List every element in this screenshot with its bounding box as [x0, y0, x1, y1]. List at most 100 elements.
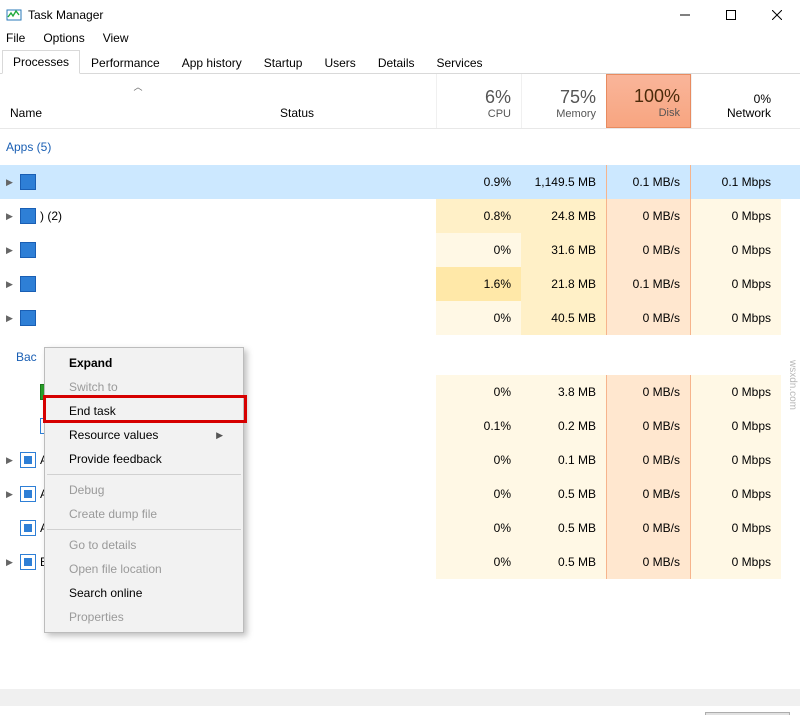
cell-memory: 0.1 MB [521, 443, 606, 477]
chevron-right-icon[interactable]: ▶ [6, 279, 16, 290]
service-icon [20, 486, 36, 502]
cell-memory: 0.5 MB [521, 511, 606, 545]
chevron-right-icon[interactable]: ▶ [6, 557, 16, 568]
cell-disk: 0 MB/s [606, 301, 691, 335]
cell-network: 0 Mbps [691, 409, 781, 443]
col-disk[interactable]: 100% Disk [606, 74, 691, 128]
col-mem-pct: 75% [560, 87, 596, 108]
col-cpu-label: CPU [488, 108, 511, 120]
cell-cpu: 0% [436, 477, 521, 511]
cell-memory: 0.5 MB [521, 545, 606, 579]
service-icon [20, 520, 36, 536]
window-title: Task Manager [28, 8, 662, 22]
maximize-button[interactable] [708, 0, 754, 30]
cell-disk: 0 MB/s [606, 199, 691, 233]
app-icon [20, 208, 36, 224]
col-mem-label: Memory [556, 108, 596, 120]
tab-startup[interactable]: Startup [253, 51, 314, 74]
cell-disk: 0.1 MB/s [606, 267, 691, 301]
minimize-button[interactable] [662, 0, 708, 30]
chevron-right-icon[interactable]: ▶ [6, 211, 16, 222]
menu-file[interactable]: File [4, 31, 27, 45]
tab-processes[interactable]: Processes [2, 50, 80, 74]
horizontal-scrollbar[interactable] [0, 689, 800, 706]
cell-network: 0 Mbps [691, 443, 781, 477]
cell-network: 0 Mbps [691, 267, 781, 301]
app-icon [20, 310, 36, 326]
process-row[interactable]: ▶0%31.6 MB0 MB/s0 Mbps [0, 233, 800, 267]
menu-item[interactable]: Resource values▶ [45, 423, 243, 447]
close-button[interactable] [754, 0, 800, 30]
col-network[interactable]: 0% Network [691, 74, 781, 128]
menu-item[interactable]: Search online [45, 581, 243, 605]
col-cpu-pct: 6% [485, 87, 511, 108]
group-bg-label: Bac [16, 350, 37, 364]
col-cpu[interactable]: 6% CPU [436, 74, 521, 128]
col-status[interactable]: Status [276, 74, 436, 128]
menu-item: Open file location [45, 557, 243, 581]
cell-network: 0 Mbps [691, 375, 781, 409]
menu-view[interactable]: View [101, 31, 131, 45]
col-name[interactable]: ︿ Name [0, 74, 276, 128]
column-headers: ︿ Name Status 6% CPU 75% Memory 100% Dis… [0, 74, 800, 129]
process-list[interactable]: Apps (5) ▶0.9%1,149.5 MB0.1 MB/s0.1 Mbps… [0, 129, 800, 689]
process-row[interactable]: ▶) (2)0.8%24.8 MB0 MB/s0 Mbps [0, 199, 800, 233]
cell-network: 0 Mbps [691, 301, 781, 335]
menu-item[interactable]: End task [45, 399, 243, 423]
taskmgr-icon [6, 7, 22, 23]
menu-item[interactable]: Expand [45, 351, 243, 375]
tab-users[interactable]: Users [313, 51, 366, 74]
service-icon [20, 452, 36, 468]
menu-separator [47, 529, 241, 530]
tab-services[interactable]: Services [426, 51, 494, 74]
group-apps-label: Apps (5) [6, 140, 51, 154]
process-name: ) (2) [40, 209, 62, 223]
col-status-label: Status [280, 106, 314, 120]
col-memory[interactable]: 75% Memory [521, 74, 606, 128]
tab-details[interactable]: Details [367, 51, 426, 74]
watermark: wsxdn.com [787, 360, 798, 410]
tabstrip: Processes Performance App history Startu… [0, 50, 800, 74]
cell-memory: 1,149.5 MB [521, 165, 606, 199]
chevron-right-icon[interactable]: ▶ [6, 177, 16, 188]
cell-disk: 0 MB/s [606, 233, 691, 267]
app-icon [20, 242, 36, 258]
chevron-right-icon[interactable]: ▶ [6, 245, 16, 256]
menu-item[interactable]: Provide feedback [45, 447, 243, 471]
menu-separator [47, 474, 241, 475]
col-net-pct: 0% [754, 92, 771, 106]
tab-app-history[interactable]: App history [171, 51, 253, 74]
cell-memory: 24.8 MB [521, 199, 606, 233]
cell-cpu: 1.6% [436, 267, 521, 301]
cell-disk: 0.1 MB/s [606, 165, 691, 199]
cell-cpu: 0% [436, 545, 521, 579]
footer-bar: Fewer details End task [0, 706, 800, 715]
menu-item: Properties [45, 605, 243, 629]
col-name-label: Name [10, 106, 276, 120]
col-disk-label: Disk [659, 107, 680, 119]
process-row[interactable]: ▶0.9%1,149.5 MB0.1 MB/s0.1 Mbps [0, 165, 800, 199]
process-row[interactable]: ▶0%40.5 MB0 MB/s0 Mbps [0, 301, 800, 335]
cell-memory: 0.2 MB [521, 409, 606, 443]
cell-memory: 31.6 MB [521, 233, 606, 267]
service-icon [20, 554, 36, 570]
tab-performance[interactable]: Performance [80, 51, 171, 74]
menu-options[interactable]: Options [41, 31, 86, 45]
titlebar: Task Manager [0, 0, 800, 30]
app-icon [20, 276, 36, 292]
cell-cpu: 0% [436, 233, 521, 267]
cell-network: 0 Mbps [691, 199, 781, 233]
cell-disk: 0 MB/s [606, 477, 691, 511]
menu-item: Switch to [45, 375, 243, 399]
group-apps[interactable]: Apps (5) [0, 129, 800, 165]
process-row[interactable]: ▶1.6%21.8 MB0.1 MB/s0 Mbps [0, 267, 800, 301]
cell-memory: 3.8 MB [521, 375, 606, 409]
menubar: File Options View [0, 30, 800, 50]
chevron-right-icon[interactable]: ▶ [6, 489, 16, 500]
cell-cpu: 0% [436, 511, 521, 545]
cell-cpu: 0.1% [436, 409, 521, 443]
cell-memory: 40.5 MB [521, 301, 606, 335]
chevron-right-icon[interactable]: ▶ [6, 313, 16, 324]
cell-memory: 0.5 MB [521, 477, 606, 511]
chevron-right-icon[interactable]: ▶ [6, 455, 16, 466]
